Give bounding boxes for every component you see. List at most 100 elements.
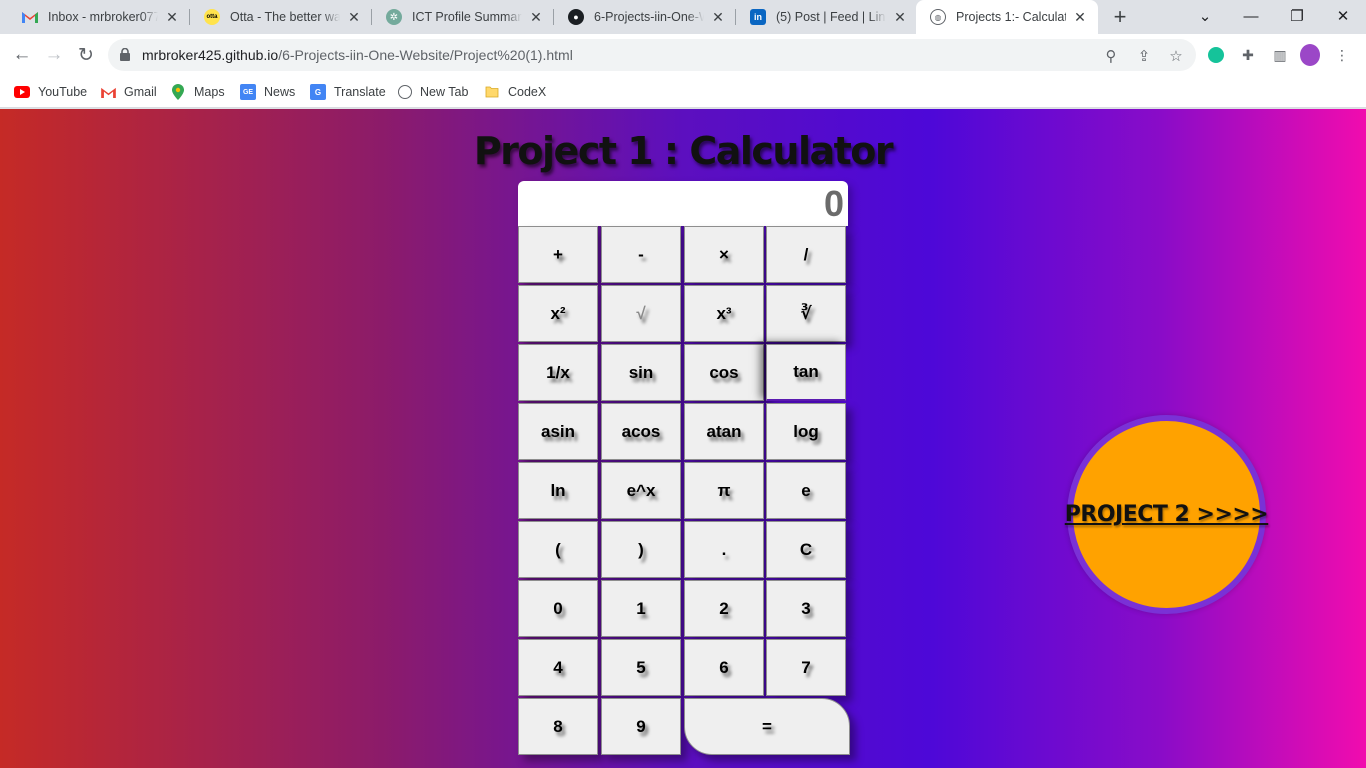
openai-icon: ✲ <box>386 9 402 25</box>
bookmark-gmail[interactable]: Gmail <box>100 82 157 102</box>
key-8[interactable]: 8 <box>518 698 598 755</box>
bookmark-label: CodeX <box>508 85 547 99</box>
minimize-icon[interactable]: — <box>1228 0 1274 32</box>
tab-title: (5) Post | Feed | LinkedIn <box>776 10 886 24</box>
tab-title: Inbox - mrbroker077@gmail.com <box>48 10 158 24</box>
key-7[interactable]: 7 <box>766 639 846 696</box>
bookmark-maps[interactable]: Maps <box>170 82 225 102</box>
tab-title: 6-Projects-iin-One-Website <box>594 10 704 24</box>
key-clear[interactable]: C <box>766 521 846 578</box>
key-open-paren[interactable]: ( <box>518 521 598 578</box>
key-tan[interactable]: tan <box>766 344 846 401</box>
key-3[interactable]: 3 <box>766 580 846 637</box>
bookmark-codex-folder[interactable]: CodeX <box>484 82 546 102</box>
key-equals[interactable]: = <box>684 698 850 755</box>
bookmarks-bar: YouTube Gmail Maps GE News G Translate N… <box>0 76 1366 108</box>
chevron-down-icon[interactable]: ⌄ <box>1182 0 1228 32</box>
bookmark-translate[interactable]: G Translate <box>310 82 386 102</box>
key-pi[interactable]: π <box>684 462 764 519</box>
close-window-icon[interactable]: ✕ <box>1320 0 1366 32</box>
key-asin[interactable]: asin <box>518 403 598 460</box>
key-plus[interactable]: + <box>518 226 598 283</box>
star-icon[interactable]: ☆ <box>1166 46 1186 66</box>
close-icon[interactable]: ✕ <box>1072 9 1088 25</box>
tab-title: Projects 1:- Calculator <box>956 10 1066 24</box>
forward-arrow-icon[interactable]: → <box>40 41 68 69</box>
address-bar[interactable]: mrbroker425.github.io/6-Projects-iin-One… <box>108 39 1196 71</box>
reload-icon[interactable]: ↻ <box>72 41 100 69</box>
key-square[interactable]: x² <box>518 285 598 342</box>
linkedin-icon: in <box>750 9 766 25</box>
extensions-puzzle-icon[interactable]: ✚ <box>1238 45 1258 65</box>
key-6[interactable]: 6 <box>684 639 764 696</box>
gmail-icon <box>100 84 116 100</box>
bookmark-label: Translate <box>334 85 386 99</box>
key-reciprocal[interactable]: 1/x <box>518 344 598 401</box>
key-0[interactable]: 0 <box>518 580 598 637</box>
browser-toolbar: ← → ↻ mrbroker425.github.io/6-Projects-i… <box>0 34 1366 76</box>
gmail-icon <box>22 9 38 25</box>
key-sin[interactable]: sin <box>601 344 681 401</box>
bookmark-label: Gmail <box>124 85 157 99</box>
bookmark-youtube[interactable]: YouTube <box>14 82 87 102</box>
tab-linkedin[interactable]: in (5) Post | Feed | LinkedIn ✕ <box>736 0 918 34</box>
key-close-paren[interactable]: ) <box>601 521 681 578</box>
grammarly-icon[interactable] <box>1206 45 1226 65</box>
key-1[interactable]: 1 <box>601 580 681 637</box>
key-5[interactable]: 5 <box>601 639 681 696</box>
key-e[interactable]: e <box>766 462 846 519</box>
key-9[interactable]: 9 <box>601 698 681 755</box>
bookmark-label: News <box>264 85 296 99</box>
new-tab-button[interactable]: + <box>1108 4 1132 29</box>
key-2[interactable]: 2 <box>684 580 764 637</box>
zoom-icon[interactable]: ⚲ <box>1101 46 1121 66</box>
key-4[interactable]: 4 <box>518 639 598 696</box>
tab-gmail[interactable]: Inbox - mrbroker077@gmail.com ✕ <box>8 0 190 34</box>
key-atan[interactable]: atan <box>684 403 764 460</box>
profile-avatar[interactable] <box>1300 44 1320 66</box>
globe-icon: ◍ <box>930 9 946 25</box>
page-title: Project 1 : Calculator <box>473 129 894 173</box>
tab-ict-profile[interactable]: ✲ ICT Profile Summary Resume ✕ <box>372 0 554 34</box>
key-cube-root[interactable]: ∛ <box>766 285 846 342</box>
key-square-root[interactable]: √ <box>601 285 681 342</box>
close-icon[interactable]: ✕ <box>710 9 726 25</box>
key-cos[interactable]: cos <box>684 344 764 401</box>
folder-icon <box>484 84 500 100</box>
tab-github[interactable]: ● 6-Projects-iin-One-Website ✕ <box>554 0 736 34</box>
share-icon[interactable]: ⇪ <box>1134 46 1154 66</box>
back-arrow-icon[interactable]: ← <box>8 41 36 69</box>
menu-kebab-icon[interactable]: ⋮ <box>1332 45 1352 65</box>
tab-otta[interactable]: otta Otta - The better way to find a job… <box>190 0 372 34</box>
close-icon[interactable]: ✕ <box>346 9 362 25</box>
tab-calculator[interactable]: ◍ Projects 1:- Calculator ✕ <box>916 0 1098 34</box>
key-exp[interactable]: e^x <box>601 462 681 519</box>
translate-icon: G <box>310 84 326 100</box>
globe-icon <box>398 85 412 99</box>
news-icon: GE <box>240 84 256 100</box>
key-multiply[interactable]: × <box>684 226 764 283</box>
maps-icon <box>170 84 186 100</box>
url-path: /6-Projects-iin-One-Website/Project%20(1… <box>278 47 573 63</box>
side-panel-icon[interactable]: ▥ <box>1270 45 1290 65</box>
tab-title: Otta - The better way to find a job <box>230 10 340 24</box>
bookmark-new-tab[interactable]: New Tab <box>398 82 468 102</box>
otta-icon: otta <box>204 9 220 25</box>
youtube-icon <box>14 84 30 100</box>
key-ln[interactable]: ln <box>518 462 598 519</box>
project-2-link[interactable]: PROJECT 2 >>>> <box>1065 502 1269 527</box>
url-host: mrbroker425.github.io <box>142 47 279 63</box>
key-cube[interactable]: x³ <box>684 285 764 342</box>
key-acos[interactable]: acos <box>601 403 681 460</box>
key-log[interactable]: log <box>766 403 846 460</box>
bookmark-news[interactable]: GE News <box>240 82 295 102</box>
close-icon[interactable]: ✕ <box>892 9 908 25</box>
calculator-display: 0 <box>518 181 848 226</box>
restore-icon[interactable]: ❐ <box>1274 0 1320 32</box>
close-icon[interactable]: ✕ <box>164 9 180 25</box>
close-icon[interactable]: ✕ <box>528 9 544 25</box>
key-decimal[interactable]: . <box>684 521 764 578</box>
key-minus[interactable]: - <box>601 226 681 283</box>
key-divide[interactable]: / <box>766 226 846 283</box>
bookmark-label: YouTube <box>38 85 88 99</box>
